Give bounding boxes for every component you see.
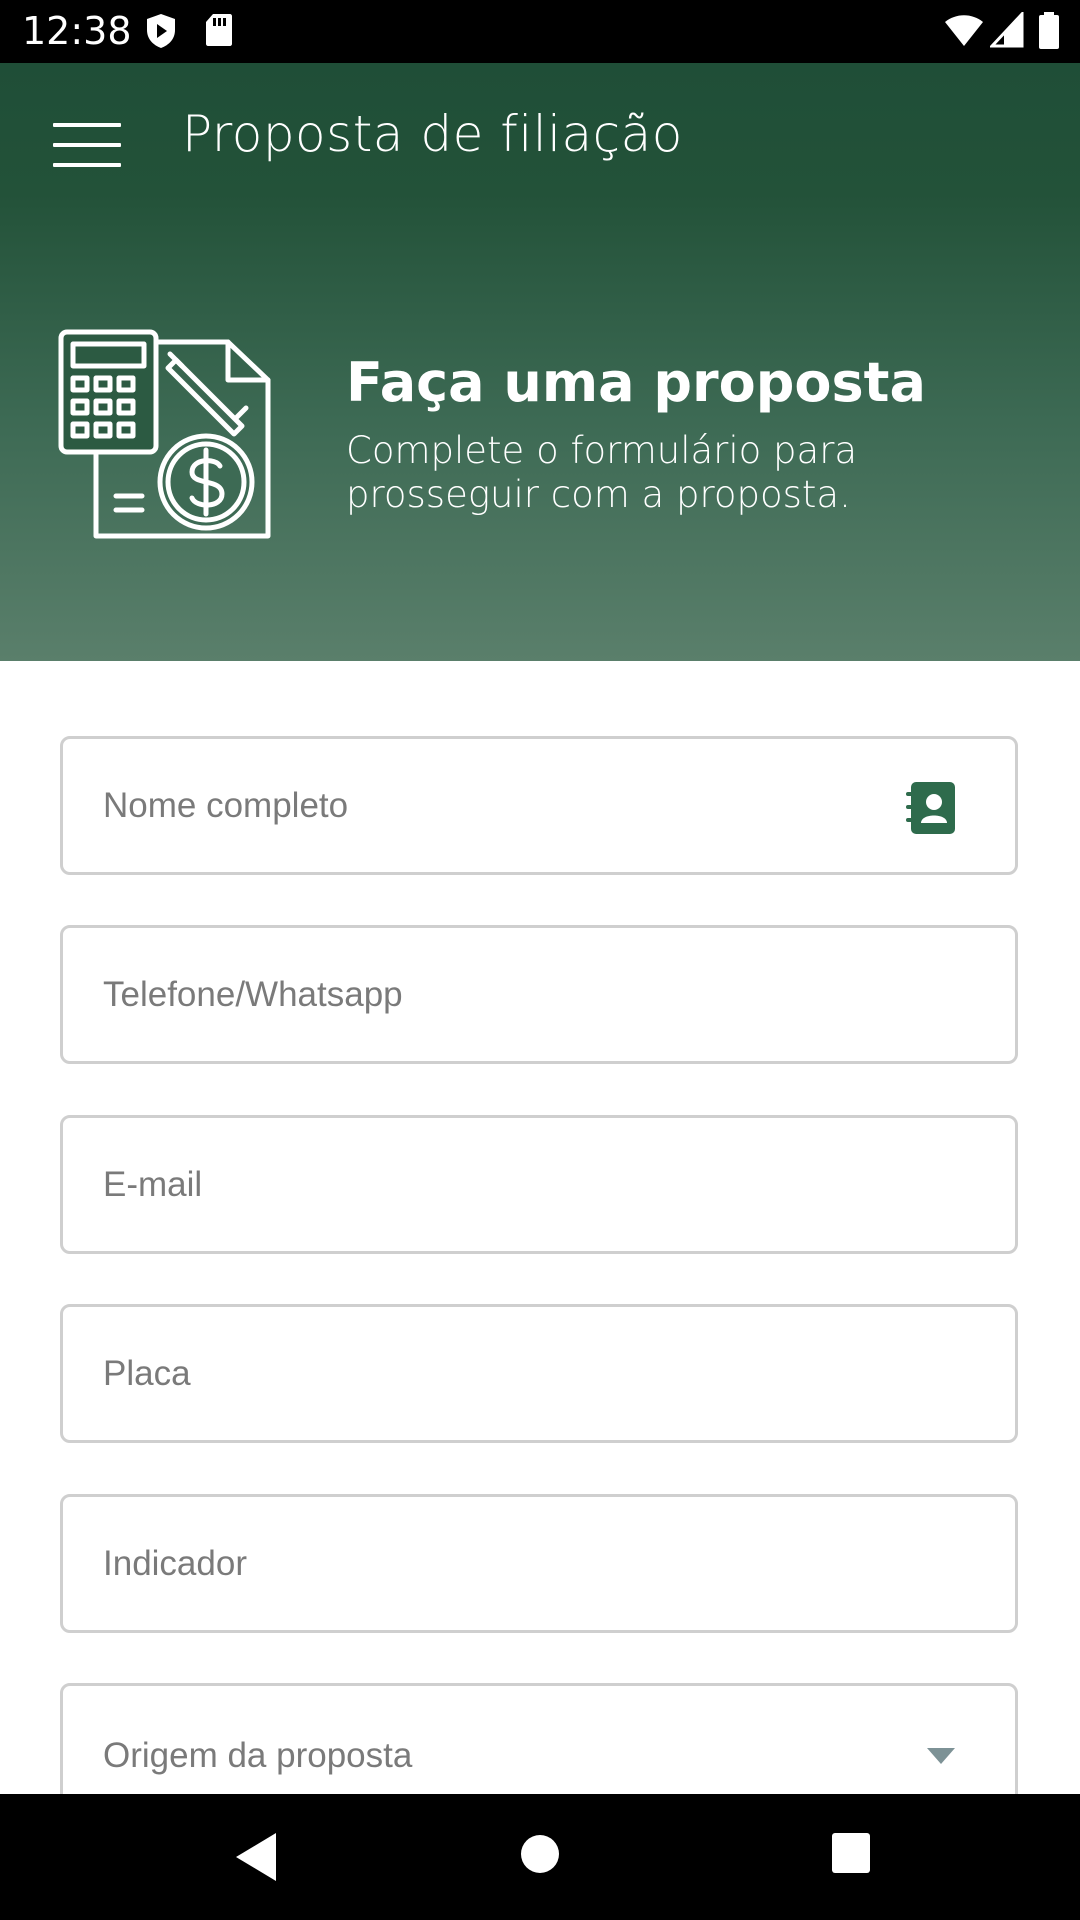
plate-field[interactable] bbox=[60, 1304, 1018, 1443]
sd-card-icon bbox=[206, 14, 232, 46]
phone-input[interactable] bbox=[103, 928, 903, 1061]
status-time: 12:38 bbox=[22, 9, 132, 53]
header: Proposta de filiação Faça uma proposta C… bbox=[0, 63, 1080, 661]
home-icon[interactable] bbox=[520, 1834, 560, 1874]
phone-field[interactable] bbox=[60, 925, 1018, 1064]
recents-icon[interactable] bbox=[831, 1832, 871, 1874]
dropdown-arrow-icon[interactable] bbox=[927, 1748, 955, 1764]
plate-input[interactable] bbox=[103, 1307, 903, 1440]
calculator-document-dollar-icon bbox=[58, 329, 271, 539]
referrer-input[interactable] bbox=[103, 1497, 903, 1630]
email-field[interactable] bbox=[60, 1115, 1018, 1254]
battery-icon bbox=[1039, 12, 1059, 49]
system-navigation-bar bbox=[0, 1794, 1080, 1920]
full-name-input[interactable] bbox=[103, 739, 903, 872]
play-protect-icon bbox=[147, 14, 175, 48]
contact-book-icon[interactable] bbox=[905, 781, 957, 835]
wifi-icon bbox=[945, 15, 983, 46]
hero-title: Faça uma proposta bbox=[346, 351, 926, 414]
full-name-field[interactable] bbox=[60, 736, 1018, 875]
referrer-field[interactable] bbox=[60, 1494, 1018, 1633]
status-bar: 12:38 bbox=[0, 0, 1080, 63]
page-title: Proposta de filiação bbox=[182, 105, 683, 163]
email-input[interactable] bbox=[103, 1118, 903, 1251]
cell-signal-icon bbox=[990, 12, 1024, 48]
menu-icon[interactable] bbox=[50, 111, 124, 167]
hero-subtitle: Complete o formulário para prosseguir co… bbox=[346, 429, 858, 516]
back-icon[interactable] bbox=[232, 1829, 282, 1885]
